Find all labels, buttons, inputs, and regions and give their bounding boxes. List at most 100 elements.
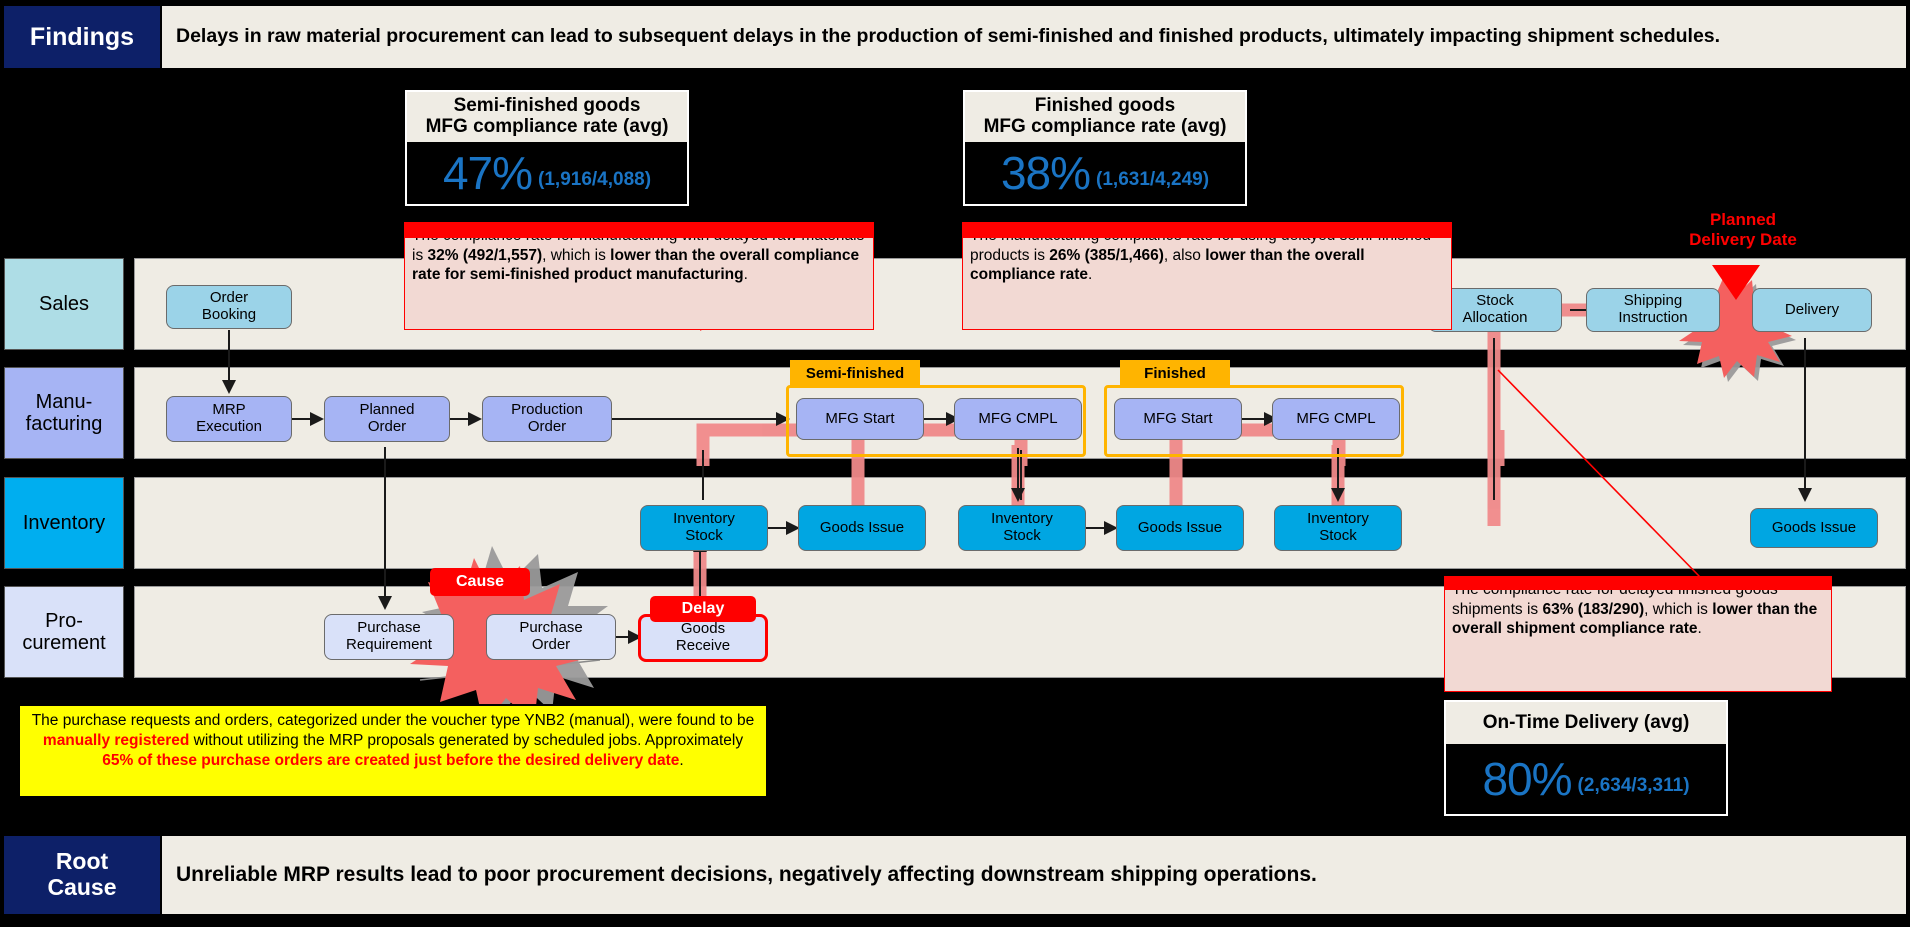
- lane-label-text: Sales: [38, 292, 90, 315]
- callout-bar-semi-finished: [404, 222, 874, 238]
- node-shipping-instruction[interactable]: Shipping Instruction: [1586, 288, 1720, 332]
- node-purchase-order[interactable]: Purchase Order: [486, 614, 616, 660]
- callout-part: .: [1088, 266, 1093, 284]
- node-label: Purchase Requirement: [346, 619, 432, 653]
- diagram-canvas: Findings Delays in raw material procurem…: [0, 0, 1910, 927]
- kpi-fraction: (1,631/4,249): [1096, 168, 1210, 190]
- node-inventory-stock-3[interactable]: Inventory Stock: [1274, 505, 1402, 551]
- node-mrp-execution[interactable]: MRP Execution: [166, 396, 292, 442]
- node-semi-finished-mfg-cmpl[interactable]: MFG CMPL: [954, 398, 1082, 440]
- kpi-finished-mfg-compliance: Finished goods MFG compliance rate (avg)…: [963, 90, 1247, 206]
- kpi-value: 80%: [1482, 753, 1572, 806]
- root-cause-text: Unreliable MRP results lead to poor proc…: [162, 836, 1906, 914]
- node-label: Inventory Stock: [673, 510, 735, 544]
- callout-part-bold: 26% (385/1,466): [1049, 246, 1164, 264]
- callout-semi-finished-compliance: The compliance rate for manufacturing wi…: [404, 222, 874, 330]
- callout-part-highlight: manually registered: [42, 732, 190, 750]
- kpi-value-row: 80% (2,634/3,311): [1446, 744, 1726, 814]
- findings-tag-label: Findings: [29, 23, 135, 51]
- lane-label-text: Inventory: [22, 511, 106, 534]
- lane-label-manufacturing: Manu- facturing: [4, 367, 124, 459]
- callout-part-bold: 63% (183/290): [1542, 600, 1645, 618]
- callout-part-highlight: 65% of these purchase orders are created…: [102, 752, 680, 770]
- node-semi-finished-mfg-start[interactable]: MFG Start: [796, 398, 924, 440]
- kpi-value-row: 38% (1,631/4,249): [965, 141, 1245, 204]
- kpi-title-line2: MFG compliance rate (avg): [983, 116, 1227, 138]
- callout-finished-compliance: The manufacturing compliance rate for us…: [962, 222, 1452, 330]
- node-delivery[interactable]: Delivery: [1752, 288, 1872, 332]
- node-goods-issue-3[interactable]: Goods Issue: [1750, 508, 1878, 548]
- kpi-value-row: 47% (1,916/4,088): [407, 141, 687, 204]
- node-label: MFG Start: [1143, 409, 1213, 427]
- kpi-title: Semi-finished goods MFG compliance rate …: [407, 92, 687, 142]
- node-goods-issue-2[interactable]: Goods Issue: [1116, 505, 1244, 551]
- callout-part: .: [1697, 620, 1702, 638]
- node-label: Purchase Order: [519, 619, 583, 653]
- callout-part: .: [679, 752, 684, 770]
- callout-manual-purchase-orders: The purchase requests and orders, catego…: [18, 704, 768, 798]
- kpi-fraction: (2,634/3,311): [1577, 775, 1690, 797]
- callout-text: The purchase requests and orders, catego…: [32, 712, 755, 769]
- kpi-value: 38%: [1000, 146, 1091, 199]
- node-inventory-stock-1[interactable]: Inventory Stock: [640, 505, 768, 551]
- node-label: Inventory Stock: [991, 510, 1053, 544]
- badge-delay-label: Delay: [681, 600, 725, 617]
- node-label: MFG CMPL: [1296, 409, 1376, 427]
- node-finished-mfg-start[interactable]: MFG Start: [1114, 398, 1242, 440]
- kpi-fraction: (1,916/4,088): [538, 168, 652, 190]
- callout-part: , which is: [1644, 600, 1713, 618]
- root-cause-tag: Root Cause: [4, 836, 160, 914]
- group-tab-label: Semi-finished: [805, 364, 905, 382]
- root-cause-tag-line2: Cause: [47, 874, 117, 900]
- kpi-title-line1: Semi-finished goods: [453, 95, 641, 116]
- group-tab-semi-finished: Semi-finished: [790, 360, 920, 386]
- node-label: Production Order: [511, 401, 583, 435]
- kpi-value: 47%: [442, 146, 533, 199]
- node-goods-issue-1[interactable]: Goods Issue: [798, 505, 926, 551]
- badge-delay: Delay: [650, 596, 756, 622]
- node-planned-order[interactable]: Planned Order: [324, 396, 450, 442]
- node-label: Planned Order: [359, 401, 415, 435]
- findings-text: Delays in raw material procurement can l…: [162, 6, 1906, 68]
- callout-part: , which is: [542, 246, 611, 264]
- node-label: Goods Issue: [1137, 518, 1223, 536]
- callout-shipment-compliance: The compliance rate for delayed finished…: [1444, 576, 1832, 692]
- node-inventory-stock-2[interactable]: Inventory Stock: [958, 505, 1086, 551]
- findings-tag: Findings: [4, 6, 160, 68]
- group-tab-finished: Finished: [1120, 360, 1230, 386]
- node-label: Order Booking: [201, 289, 257, 323]
- label-planned-delivery-date: Planned Delivery Date: [1689, 210, 1797, 249]
- kpi-title-line2: MFG compliance rate (avg): [425, 116, 669, 138]
- lane-label-sales: Sales: [4, 258, 124, 350]
- lane-label-procurement: Pro- curement: [4, 586, 124, 678]
- node-label: Goods Issue: [819, 518, 905, 536]
- kpi-semi-finished-mfg-compliance: Semi-finished goods MFG compliance rate …: [405, 90, 689, 206]
- node-purchase-requirement[interactable]: Purchase Requirement: [324, 614, 454, 660]
- callout-part-bold: 32% (492/1,557): [427, 246, 543, 264]
- badge-cause-label: Cause: [455, 573, 505, 590]
- root-cause-tag-line1: Root: [55, 848, 109, 875]
- kpi-title: On-Time Delivery (avg): [1446, 702, 1726, 745]
- kpi-on-time-delivery: On-Time Delivery (avg) 80% (2,634/3,311): [1444, 700, 1728, 816]
- callout-bar-finished: [962, 222, 1452, 238]
- node-finished-mfg-cmpl[interactable]: MFG CMPL: [1272, 398, 1400, 440]
- callout-part: The purchase requests and orders, catego…: [31, 712, 755, 729]
- node-label: Shipping Instruction: [1618, 292, 1688, 326]
- callout-bar-shipment: [1444, 576, 1832, 590]
- node-label: MFG CMPL: [978, 409, 1058, 427]
- kpi-title-line1: Finished goods: [1034, 95, 1176, 116]
- node-order-booking[interactable]: Order Booking: [166, 285, 292, 329]
- callout-part: .: [743, 266, 748, 284]
- node-label: MFG Start: [825, 409, 895, 427]
- node-label: Goods Issue: [1771, 518, 1857, 536]
- node-label: Inventory Stock: [1307, 510, 1369, 544]
- node-label: Goods Receive: [675, 620, 731, 654]
- node-label: Stock Allocation: [1462, 292, 1528, 326]
- lane-label-text: Manu- facturing: [25, 390, 103, 435]
- lane-label-text: Pro- curement: [22, 609, 106, 654]
- findings-text-label: Delays in raw material procurement can l…: [176, 25, 1721, 48]
- node-production-order[interactable]: Production Order: [482, 396, 612, 442]
- kpi-title-line1: On-Time Delivery (avg): [1482, 712, 1690, 733]
- node-label: MRP Execution: [196, 401, 262, 435]
- callout-part: without utilizing the MRP proposals gene…: [189, 732, 744, 750]
